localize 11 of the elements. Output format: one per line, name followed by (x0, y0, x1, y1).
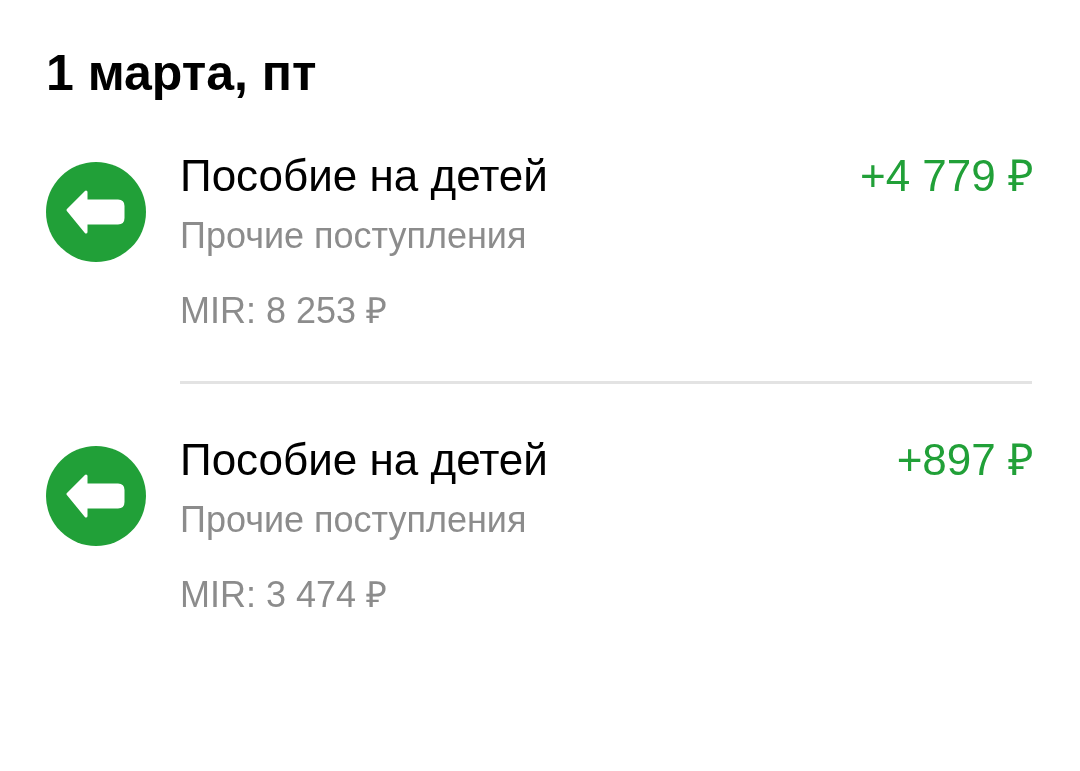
arrow-left-icon (46, 162, 146, 262)
transaction-amount: +897 ₽ (896, 434, 1034, 486)
transaction-title: Пособие на детей (180, 434, 548, 486)
card-balance: MIR: 8 253 ₽ (180, 289, 388, 333)
card-balance: MIR: 3 474 ₽ (180, 573, 388, 617)
transaction-category: Прочие поступления (180, 214, 527, 258)
date-heading: 1 марта, пт (46, 48, 317, 98)
transaction-title: Пособие на детей (180, 150, 548, 202)
transaction-category: Прочие поступления (180, 498, 527, 542)
transaction-amount: +4 779 ₽ (859, 150, 1034, 202)
arrow-left-icon (46, 446, 146, 546)
